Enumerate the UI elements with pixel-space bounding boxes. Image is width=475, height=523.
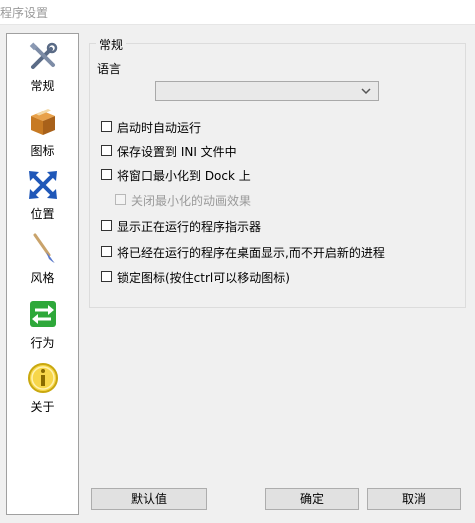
default-button[interactable]: 默认值 <box>91 488 207 510</box>
sidebar-item-behavior[interactable]: 行为 <box>7 298 78 358</box>
sidebar-item-label: 风格 <box>30 271 55 285</box>
sidebar-item-style[interactable]: 风格 <box>7 233 78 293</box>
checkbox-label: 关闭最小化的动画效果 <box>131 194 252 208</box>
checkbox-label: 将窗口最小化到 Dock 上 <box>117 169 251 183</box>
sidebar-item-label: 关于 <box>30 400 55 414</box>
checkbox-box[interactable] <box>101 121 112 132</box>
cancel-button[interactable]: 取消 <box>367 488 461 510</box>
sidebar-item-about[interactable]: 关于 <box>7 362 78 422</box>
move-arrows-icon <box>29 171 57 199</box>
chevron-down-icon <box>361 88 371 95</box>
checkbox-box[interactable] <box>101 145 112 156</box>
sidebar-item-position[interactable]: 位置 <box>7 169 78 229</box>
checkbox-label: 保存设置到 INI 文件中 <box>117 145 237 159</box>
tools-icon <box>29 42 58 69</box>
language-label: 语言 <box>97 62 122 76</box>
sidebar-item-general[interactable]: 常规 <box>7 41 78 101</box>
checkbox-box[interactable] <box>101 169 112 180</box>
box-icon <box>31 109 55 135</box>
checkbox-label: 启动时自动运行 <box>117 121 202 135</box>
language-select[interactable] <box>155 81 379 101</box>
swap-arrows-icon <box>30 301 56 327</box>
sidebar-item-label: 图标 <box>30 144 55 158</box>
sidebar-item-label: 常规 <box>30 79 55 93</box>
checkbox-box[interactable] <box>101 220 112 231</box>
settings-sidebar: 常规 图标 位置 风格 行为 关于 <box>6 33 79 515</box>
group-title: 常规 <box>96 36 127 53</box>
checkbox-box <box>115 194 126 205</box>
info-icon <box>28 363 58 393</box>
checkbox-box[interactable] <box>101 271 112 282</box>
window-title: 程序设置 <box>0 6 49 20</box>
brush-icon <box>33 233 55 263</box>
checkbox-box[interactable] <box>101 246 112 257</box>
title-bar: 程序设置 <box>0 0 475 25</box>
sidebar-item-label: 行为 <box>30 336 55 350</box>
checkbox-label: 锁定图标(按住ctrl可以移动图标) <box>117 271 290 285</box>
checkbox-label: 显示正在运行的程序指示器 <box>117 220 262 234</box>
sidebar-item-label: 位置 <box>30 207 55 221</box>
sidebar-item-icons[interactable]: 图标 <box>7 106 78 166</box>
checkbox-label: 将已经在运行的程序在桌面显示,而不开启新的进程 <box>117 246 385 260</box>
ok-button[interactable]: 确定 <box>265 488 359 510</box>
